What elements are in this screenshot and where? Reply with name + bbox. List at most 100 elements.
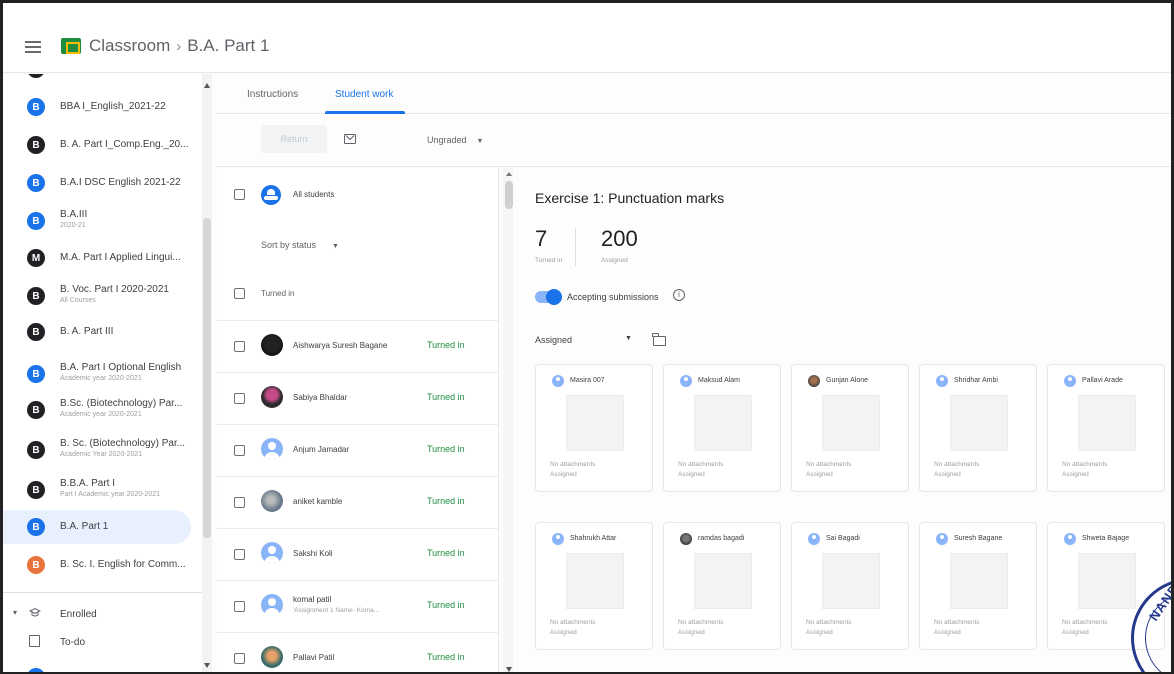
- student-row[interactable]: Anjum Jamadar Turned in: [217, 424, 498, 476]
- group-label: Turned in: [261, 289, 295, 298]
- avatar: [680, 533, 692, 545]
- graduation-cap-icon: [28, 606, 42, 618]
- grade-filter-select[interactable]: Ungraded ▼: [427, 135, 483, 145]
- sidebar-item-class[interactable]: B B. A. Part III: [3, 318, 203, 346]
- student-card[interactable]: Shahrukh Attar No attachments Assigned: [535, 522, 653, 650]
- attachments-label: No attachments: [1062, 619, 1108, 626]
- class-avatar: B: [27, 481, 45, 499]
- tab-student-work[interactable]: Student work: [335, 89, 393, 100]
- attachments-label: No attachments: [550, 619, 596, 626]
- select-all-checkbox[interactable]: [234, 189, 245, 200]
- accepting-submissions-toggle[interactable]: [535, 289, 562, 305]
- student-checkbox[interactable]: [234, 445, 245, 456]
- avatar: [261, 386, 283, 408]
- class-avatar: B: [27, 556, 45, 574]
- student-checkbox[interactable]: [234, 393, 245, 404]
- sidebar-item-class[interactable]: B B. Sc. (Biotechnology) Par... Academic …: [3, 432, 203, 466]
- sidebar-item-current-class[interactable]: B B.A. Part 1: [3, 510, 191, 544]
- avatar: [808, 375, 820, 387]
- info-icon[interactable]: i: [673, 289, 685, 301]
- student-list-scroll-thumb[interactable]: [505, 181, 513, 209]
- main-menu-icon[interactable]: [25, 41, 41, 53]
- student-checkbox[interactable]: [234, 341, 245, 352]
- assignment-detail: Exercise 1: Punctuation marks 7 Turned i…: [515, 168, 1171, 672]
- sidebar-item-class[interactable]: B B. Voc. Part I 2020-2021 All Courses: [3, 278, 203, 312]
- class-avatar: B: [27, 365, 45, 383]
- tab-instructions[interactable]: Instructions: [247, 89, 298, 100]
- card-student-name: Shridhar Ambi: [954, 377, 998, 384]
- card-status: Assigned: [550, 471, 577, 478]
- student-list-scrollbar[interactable]: [503, 168, 513, 672]
- expand-caret-icon[interactable]: ▾: [13, 608, 17, 617]
- student-card[interactable]: Suresh Bagane No attachments Assigned: [919, 522, 1037, 650]
- sidebar-item-class[interactable]: B B.Sc. (Biotechnology) Par... Academic y…: [3, 392, 203, 426]
- status-filter-select[interactable]: Assigned ▼: [535, 335, 632, 345]
- student-card[interactable]: Pallavi Arade No attachments Assigned: [1047, 364, 1165, 492]
- email-icon[interactable]: [344, 134, 356, 144]
- class-title: B.A.III: [60, 209, 88, 220]
- all-students-label[interactable]: All students: [293, 190, 334, 199]
- student-name: aniket kamble: [293, 497, 343, 506]
- card-status: Assigned: [806, 629, 833, 636]
- sidebar-item-class[interactable]: B B. Sc. I. English for Comm...: [3, 551, 203, 579]
- sort-select[interactable]: Sort by status ▼: [261, 240, 339, 250]
- student-row[interactable]: komal patil 'Assignment 1 Name- Koma... …: [217, 580, 498, 632]
- avatar: [261, 542, 283, 564]
- return-button[interactable]: Return: [261, 125, 327, 153]
- student-checkbox[interactable]: [234, 497, 245, 508]
- select-group-checkbox[interactable]: [234, 288, 245, 299]
- student-checkbox[interactable]: [234, 653, 245, 664]
- student-row[interactable]: aniket kamble Turned in: [217, 476, 498, 528]
- scroll-down-arrow-icon[interactable]: [204, 663, 210, 668]
- student-card[interactable]: Sai Bagadi No attachments Assigned: [791, 522, 909, 650]
- avatar: [808, 533, 820, 545]
- student-card[interactable]: Masira 007 No attachments Assigned: [535, 364, 653, 492]
- class-avatar: B: [27, 98, 45, 116]
- sidebar-scroll-thumb[interactable]: [203, 218, 211, 538]
- student-card[interactable]: ramdas bagadi No attachments Assigned: [663, 522, 781, 650]
- card-student-name: ramdas bagadi: [698, 535, 745, 542]
- sidebar-item-avatar-partial: [27, 74, 45, 78]
- classroom-logo-icon[interactable]: [61, 38, 81, 54]
- card-student-name: Masira 007: [570, 377, 605, 384]
- sidebar-item-class[interactable]: B B.A. Part I Optional English Academic y…: [3, 356, 203, 390]
- class-avatar: B: [27, 287, 45, 305]
- card-status: Assigned: [678, 629, 705, 636]
- student-card[interactable]: Maksud Alam No attachments Assigned: [663, 364, 781, 492]
- breadcrumb-app[interactable]: Classroom: [89, 36, 170, 56]
- card-status: Assigned: [934, 471, 961, 478]
- scroll-down-arrow-icon[interactable]: [506, 667, 512, 672]
- sidebar-item-enrolled[interactable]: ▾ Enrolled: [3, 602, 203, 628]
- student-card[interactable]: Gunjan Alone No attachments Assigned: [791, 364, 909, 492]
- class-title: B. A. Part III: [60, 326, 114, 337]
- student-row[interactable]: Sabiya Bhaldar Turned in: [217, 372, 498, 424]
- sidebar-item-class[interactable]: B BBA I_English_2021-22: [3, 93, 203, 121]
- class-title: B. A. Part I_Comp.Eng._20...: [60, 139, 189, 150]
- avatar: [936, 533, 948, 545]
- class-title: B.A.I DSC English 2021-22: [60, 177, 181, 188]
- sidebar-item-class[interactable]: B B.A.III 2020-21: [3, 204, 203, 238]
- sidebar-item-class[interactable]: M M.A. Part I Applied Lingui...: [3, 244, 203, 272]
- sidebar-item-avatar-partial: [27, 668, 45, 672]
- student-row[interactable]: Pallavi Patil Turned in: [217, 632, 498, 672]
- scroll-up-arrow-icon[interactable]: [506, 172, 512, 176]
- assignment-tabs: Instructions Student work: [217, 74, 1171, 114]
- assignment-title: Exercise 1: Punctuation marks: [535, 190, 725, 206]
- student-row[interactable]: Sakshi Koli Turned in: [217, 528, 498, 580]
- sidebar-item-class[interactable]: B B. A. Part I_Comp.Eng._20...: [3, 131, 203, 159]
- student-card[interactable]: Shridhar Ambi No attachments Assigned: [919, 364, 1037, 492]
- sidebar-item-class[interactable]: B B.B.A. Part I Part I Academic year 2020…: [3, 472, 203, 506]
- class-subtitle: Academic year 2020-2021: [60, 411, 142, 418]
- breadcrumb-class[interactable]: B.A. Part 1: [187, 36, 269, 56]
- student-checkbox[interactable]: [234, 601, 245, 612]
- sidebar-item-todo[interactable]: To-do: [3, 630, 203, 656]
- attachments-label: No attachments: [934, 461, 980, 468]
- folder-icon[interactable]: [652, 333, 666, 346]
- student-checkbox[interactable]: [234, 549, 245, 560]
- class-title: BBA I_English_2021-22: [60, 101, 166, 112]
- student-row[interactable]: Aishwarya Suresh Bagane Turned in: [217, 320, 498, 372]
- scroll-up-arrow-icon[interactable]: [204, 83, 210, 88]
- student-list: All students Sort by status ▼ Turned in A…: [217, 168, 499, 672]
- status-label: Turned in: [427, 392, 465, 402]
- sidebar-item-class[interactable]: B B.A.I DSC English 2021-22: [3, 169, 203, 197]
